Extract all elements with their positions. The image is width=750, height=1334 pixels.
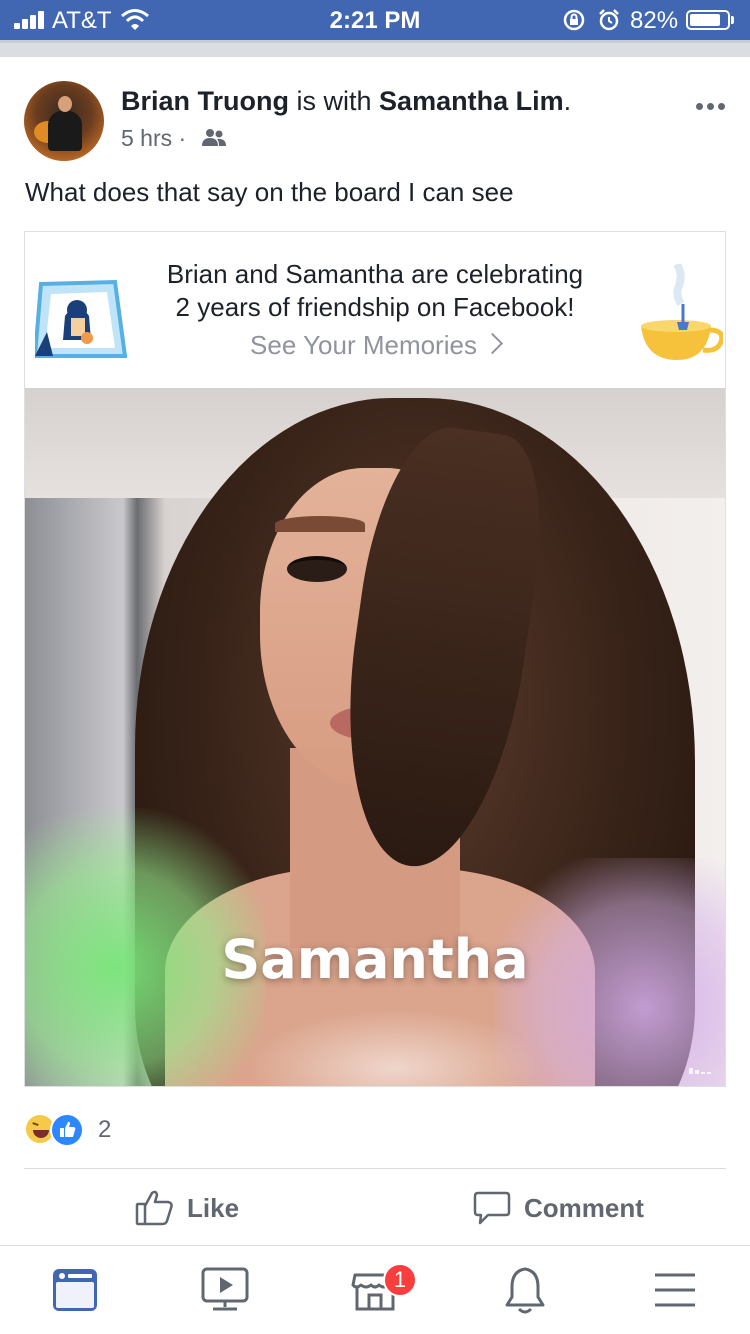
video-indicator-icon: [689, 1068, 713, 1074]
author-avatar[interactable]: [24, 81, 104, 161]
tab-menu[interactable]: [600, 1246, 750, 1334]
tab-notifications[interactable]: [450, 1246, 600, 1334]
notifications-icon: [505, 1267, 545, 1314]
battery-icon: [686, 10, 730, 30]
memory-photo[interactable]: Samantha: [25, 388, 725, 1086]
tab-watch[interactable]: [150, 1246, 300, 1334]
period: .: [563, 86, 572, 116]
meta-separator: ·: [178, 125, 187, 151]
feed-divider: [0, 40, 750, 57]
friendship-memory-card[interactable]: Brian and Samantha are celebrating 2 yea…: [24, 231, 726, 1087]
like-icon: [50, 1113, 84, 1147]
tab-bar: [0, 1246, 750, 1334]
watch-icon: [201, 1267, 249, 1311]
marketplace-notification-badge: 1: [383, 1263, 417, 1297]
post-header: Brian Truong is with Samantha Lim.: [121, 86, 571, 117]
with-text: is with: [296, 86, 372, 116]
post-timestamp[interactable]: 5 hrs: [121, 125, 172, 151]
reaction-count[interactable]: 2: [98, 1116, 111, 1144]
more-options-icon[interactable]: [696, 103, 726, 111]
status-bar: AT&T 2:21 PM 82%: [0, 0, 750, 40]
tagged-name[interactable]: Samantha Lim: [379, 86, 564, 116]
author-name[interactable]: Brian Truong: [121, 86, 289, 116]
like-label[interactable]: Like: [187, 1193, 239, 1224]
tab-news-feed[interactable]: [0, 1246, 150, 1334]
battery-percent: 82%: [630, 7, 679, 34]
friends-icon: [202, 129, 226, 146]
memory-card-header[interactable]: Brian and Samantha are celebrating 2 yea…: [25, 232, 725, 388]
post-text: What does that say on the board I can se…: [25, 177, 514, 207]
memory-title-line-1: Brian and Samantha are celebrating: [166, 259, 584, 289]
rotation-lock-icon: [563, 9, 585, 31]
chevron-right-icon: [481, 332, 504, 355]
post-meta: 5 hrs ·: [121, 125, 186, 152]
see-memories-link[interactable]: See Your Memories: [25, 330, 725, 361]
see-memories-label[interactable]: See Your Memories: [250, 330, 477, 360]
memory-title: Brian and Samantha are celebrating 2 yea…: [125, 258, 625, 324]
comment-icon: [473, 1191, 511, 1225]
tab-marketplace[interactable]: [300, 1246, 450, 1334]
teacup-illustration: [641, 264, 723, 360]
comment-label[interactable]: Comment: [524, 1193, 644, 1224]
divider: [24, 1168, 726, 1169]
memory-title-line-2: 2 years of friendship on Facebook!: [175, 292, 575, 322]
alarm-icon: [599, 9, 619, 31]
photo-overlay-name: Samantha: [221, 928, 529, 991]
news-feed-icon: [53, 1269, 97, 1311]
battery-tip: [731, 16, 734, 24]
menu-icon: [655, 1273, 695, 1307]
thumbs-up-icon: [135, 1190, 173, 1226]
